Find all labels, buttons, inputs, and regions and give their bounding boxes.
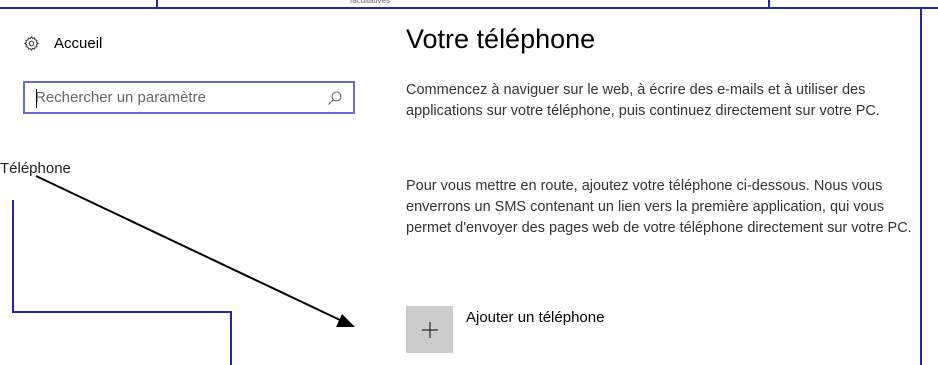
home-nav-item[interactable]: Accueil — [23, 33, 102, 53]
add-phone-label[interactable]: Ajouter un téléphone — [466, 309, 604, 326]
intro-paragraph: Commencez à naviguer sur le web, à écrir… — [406, 82, 880, 119]
instructions-paragraph: Pour vous mettre en route, ajoutez votre… — [406, 178, 912, 236]
settings-page: facultatives Accueil Téléphone Votre tél… — [0, 0, 938, 365]
add-phone-button[interactable] — [406, 306, 453, 353]
gear-icon — [23, 35, 40, 51]
search-icon[interactable] — [327, 90, 343, 106]
plus-icon — [421, 321, 438, 338]
search-box[interactable] — [23, 81, 355, 114]
sidebar-item-telephone[interactable]: Téléphone — [0, 160, 71, 177]
page-title: Votre téléphone — [406, 24, 596, 54]
home-label: Accueil — [54, 34, 103, 52]
search-input[interactable] — [25, 83, 327, 112]
text-caret — [36, 89, 37, 108]
